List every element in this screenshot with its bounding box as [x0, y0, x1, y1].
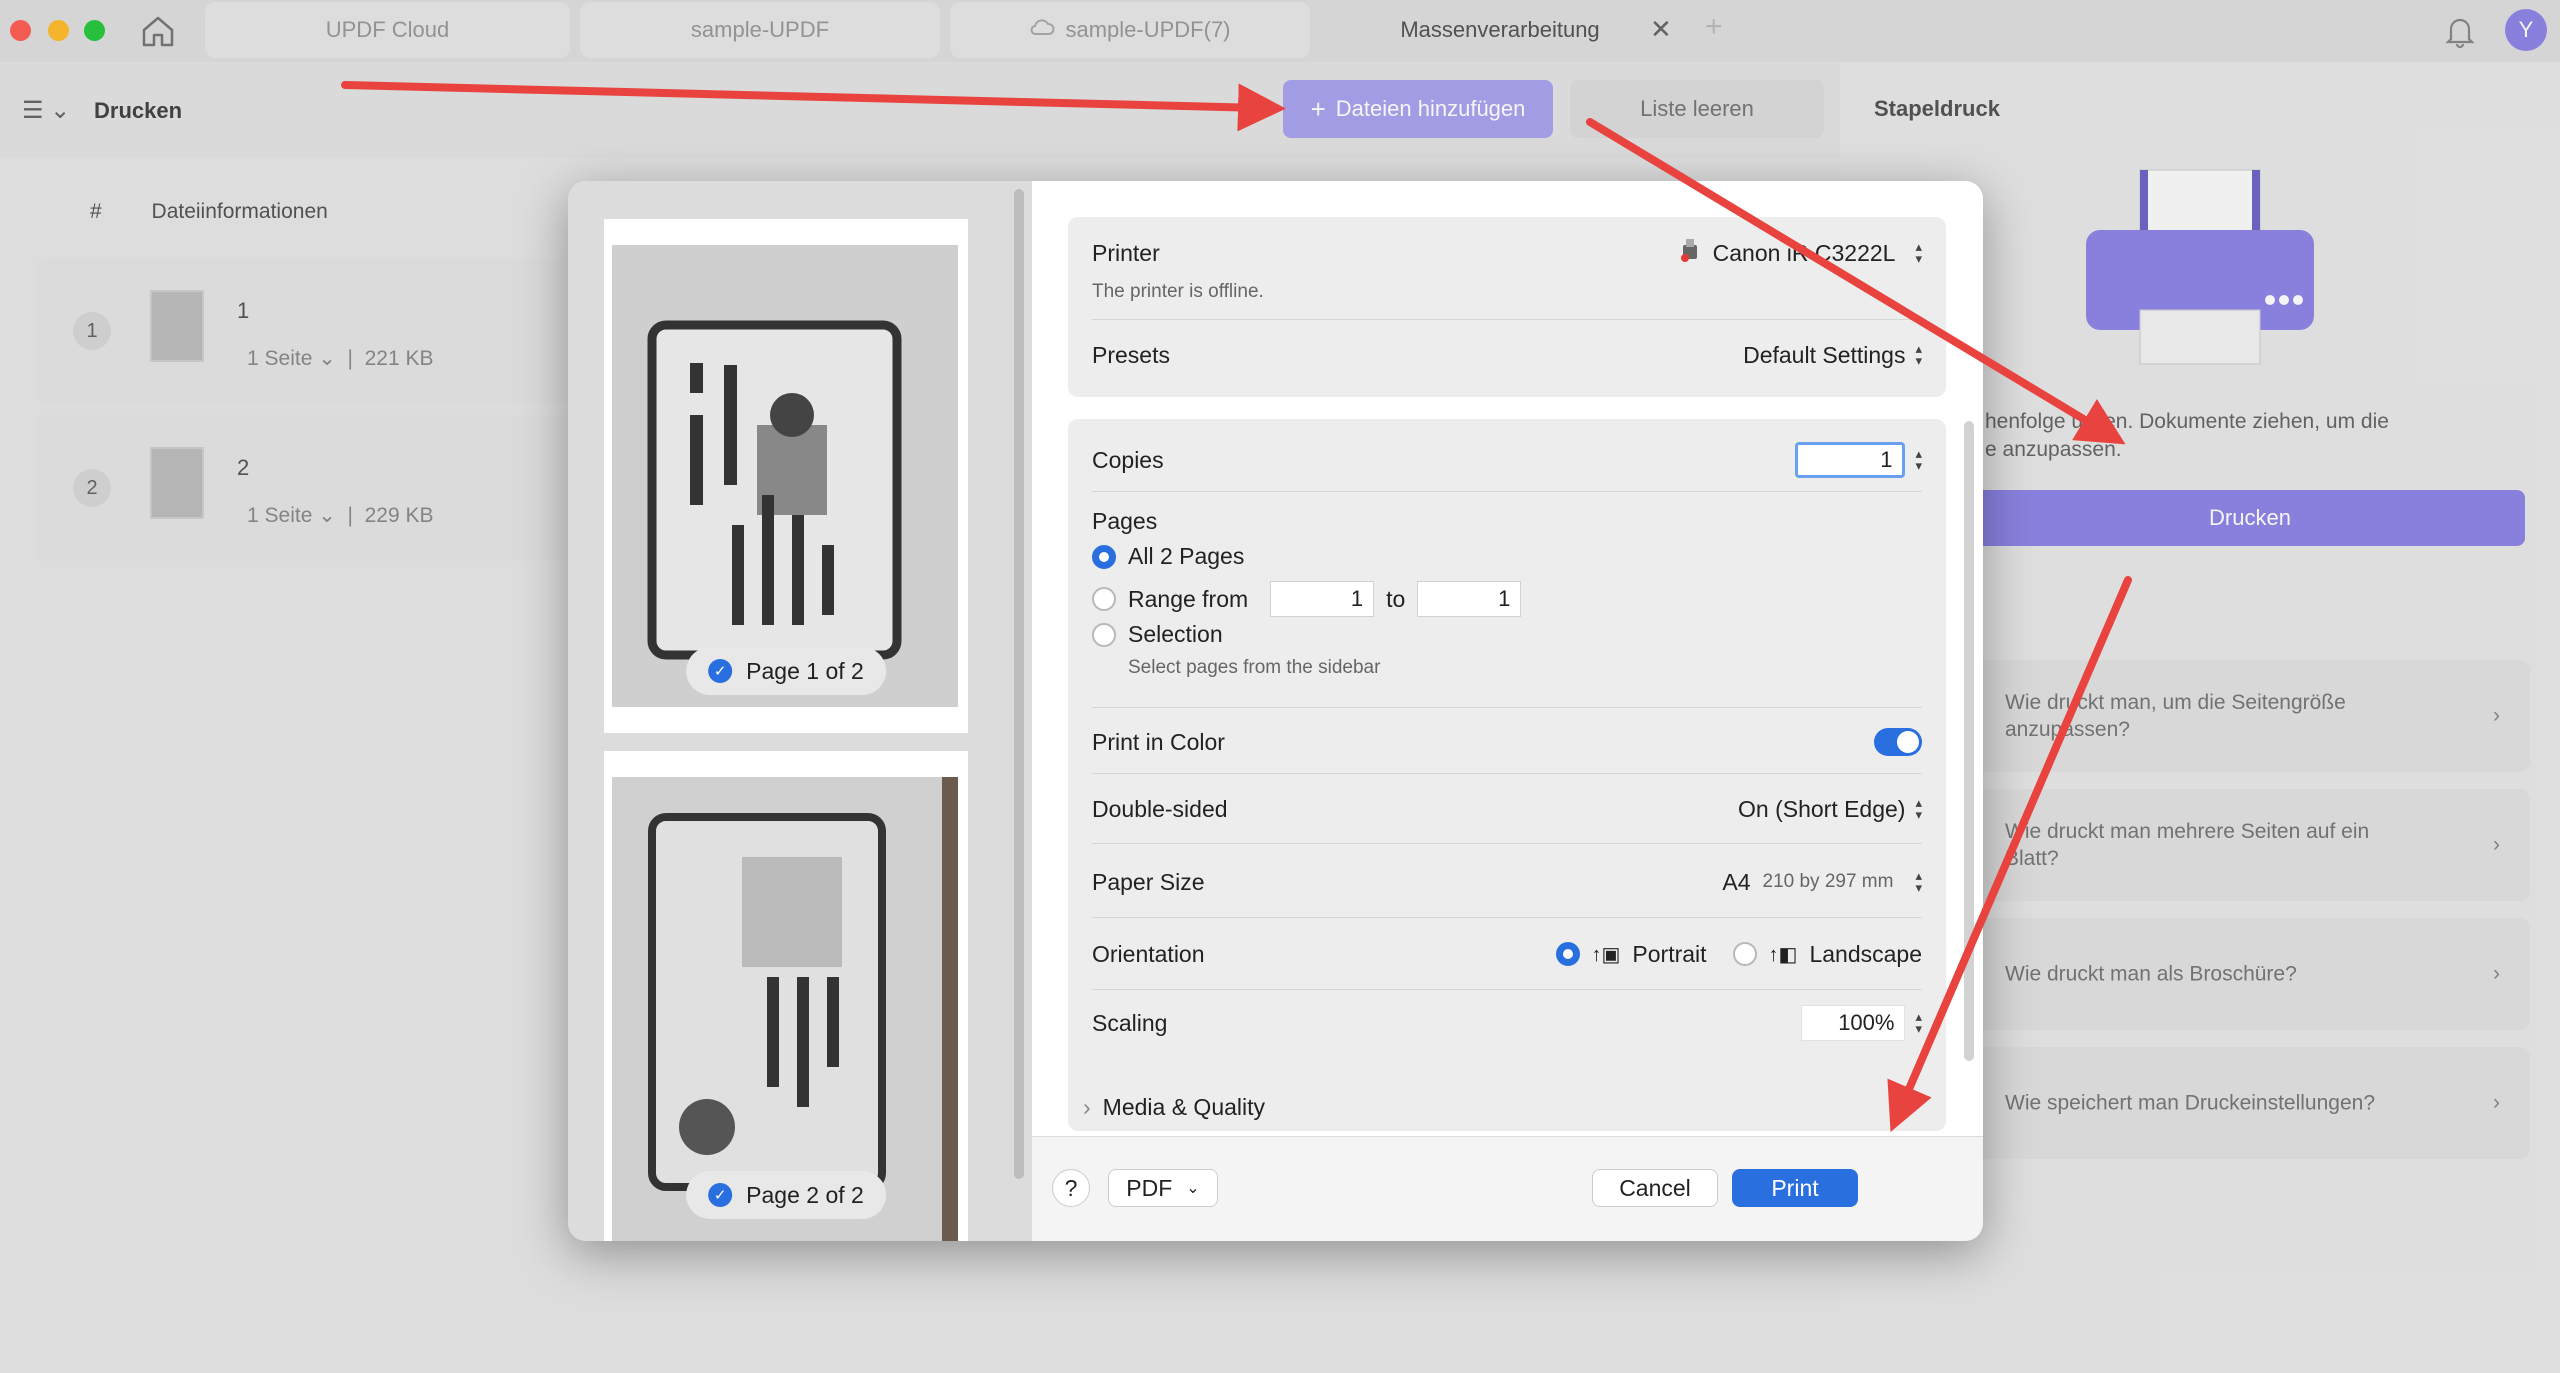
arrow-to-add-files [341, 81, 1286, 132]
arrow-to-print [1887, 576, 2132, 1133]
arrow-to-hint [1586, 118, 2126, 445]
annotation-arrows [341, 81, 2132, 1133]
